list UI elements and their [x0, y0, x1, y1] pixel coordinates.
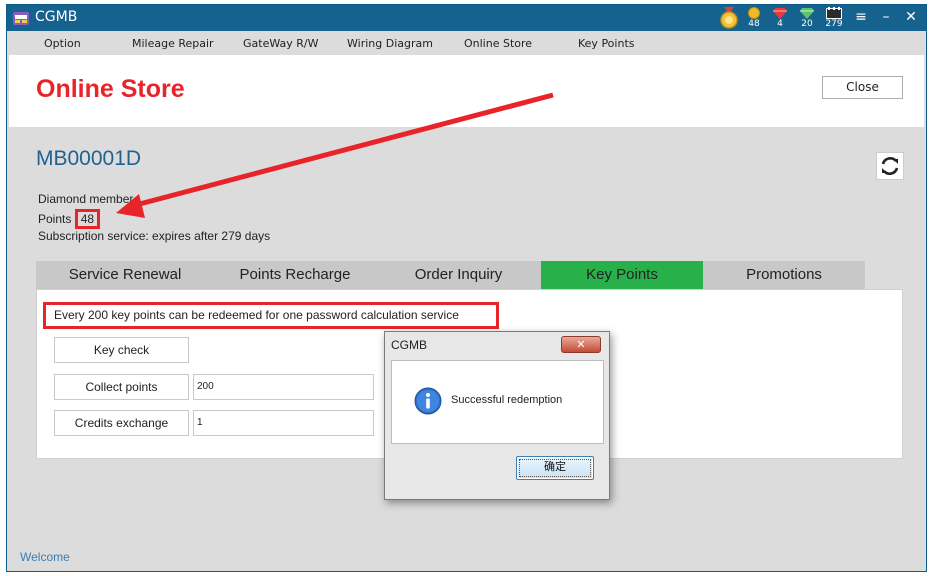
- account-id: MB00001D: [36, 147, 142, 170]
- tab-points-recharge[interactable]: Points Recharge: [214, 261, 376, 289]
- menu-bar: Option Mileage Repair GateWay R/W Wiring…: [7, 31, 926, 55]
- dialog-close-button[interactable]: ✕: [561, 336, 601, 353]
- calendar-value: 279: [825, 19, 843, 29]
- refresh-button[interactable]: [876, 152, 904, 180]
- menu-online-store[interactable]: Online Store: [464, 37, 532, 50]
- close-window-icon[interactable]: ✕: [901, 7, 921, 27]
- info-icon: [414, 387, 442, 415]
- success-dialog: CGMB ✕ Successful redemption 确定: [384, 331, 610, 500]
- calendar-icon: [826, 7, 842, 19]
- key-check-button[interactable]: Key check: [54, 337, 189, 363]
- menu-wiring-diagram[interactable]: Wiring Diagram: [347, 37, 433, 50]
- title-bar: CGMB 48 4 20 279 ≡ – ✕: [7, 5, 926, 31]
- points-value: 48: [74, 209, 101, 229]
- tab-promotions[interactable]: Promotions: [703, 261, 865, 289]
- credits-exchange-input[interactable]: 1: [193, 410, 374, 436]
- green-gem-icon: [800, 8, 814, 19]
- menu-gateway-rw[interactable]: GateWay R/W: [243, 37, 319, 50]
- gold-coin-stat[interactable]: 48: [742, 6, 766, 30]
- points-label: Points: [38, 212, 72, 226]
- red-gem-stat[interactable]: 4: [768, 6, 792, 30]
- subscription-info: Subscription service: expires after 279 …: [38, 229, 271, 243]
- tab-key-points[interactable]: Key Points: [541, 261, 703, 289]
- status-text: Welcome: [20, 550, 70, 564]
- red-gem-value: 4: [777, 19, 783, 29]
- menu-mileage-repair[interactable]: Mileage Repair: [132, 37, 214, 50]
- red-gem-icon: [773, 8, 787, 19]
- menu-key-points[interactable]: Key Points: [578, 37, 634, 50]
- membership-label: Diamond member: [38, 192, 134, 206]
- tab-order-inquiry[interactable]: Order Inquiry: [376, 261, 541, 289]
- tab-service-renewal[interactable]: Service Renewal: [36, 261, 214, 289]
- app-title: CGMB: [35, 9, 78, 25]
- green-gem-stat[interactable]: 20: [795, 6, 819, 30]
- app-logo-icon: [13, 12, 29, 25]
- dialog-title: CGMB: [391, 338, 427, 352]
- points-line: Points 48: [38, 209, 101, 229]
- collect-points-button[interactable]: Collect points: [54, 374, 189, 400]
- green-gem-value: 20: [801, 19, 813, 29]
- dialog-message: Successful redemption: [451, 394, 563, 406]
- refresh-icon: [881, 157, 899, 175]
- calendar-stat[interactable]: 279: [822, 6, 846, 30]
- medal-stat[interactable]: [717, 6, 741, 30]
- medal-icon: [720, 7, 738, 29]
- minimize-icon[interactable]: –: [876, 7, 896, 27]
- gold-coin-icon: [748, 7, 760, 19]
- credits-exchange-button[interactable]: Credits exchange: [54, 410, 189, 436]
- dialog-body: Successful redemption: [391, 360, 604, 444]
- menu-icon[interactable]: ≡: [851, 7, 871, 27]
- menu-option[interactable]: Option: [44, 37, 81, 50]
- gold-coin-value: 48: [748, 19, 760, 29]
- close-button[interactable]: Close: [822, 76, 903, 99]
- page-title: Online Store: [36, 75, 185, 103]
- ok-button[interactable]: 确定: [516, 456, 594, 480]
- store-tabs: Service Renewal Points Recharge Order In…: [36, 261, 865, 289]
- collect-points-input[interactable]: 200: [193, 374, 374, 400]
- header-panel: Online Store Close: [9, 55, 924, 127]
- ok-focus-ring: [519, 459, 591, 477]
- redeem-notice: Every 200 key points can be redeemed for…: [43, 302, 499, 329]
